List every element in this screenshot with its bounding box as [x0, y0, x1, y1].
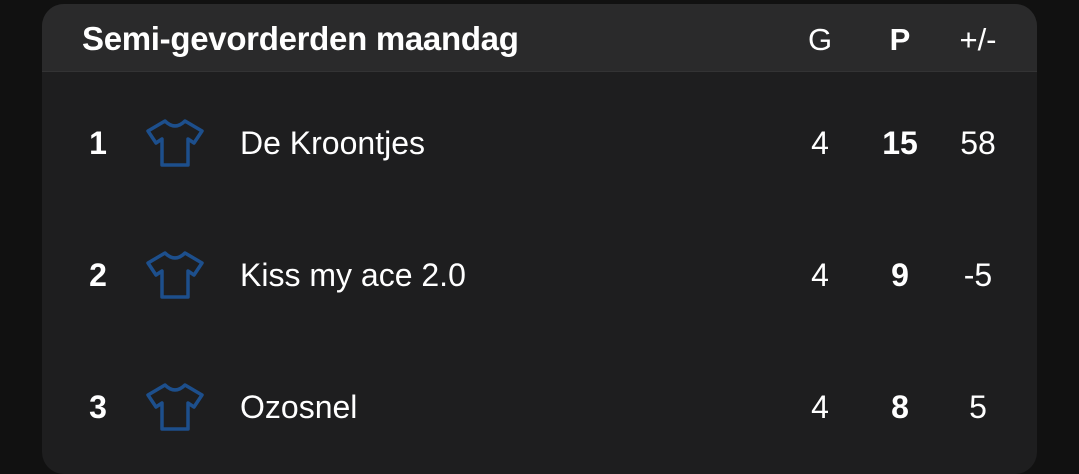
standings-title: Semi-gevorderden maandag [82, 20, 519, 57]
standings-row[interactable]: 1 De Kroontjes 4 15 58 [42, 77, 1037, 209]
shirt-icon [144, 249, 206, 301]
shirt-icon [144, 381, 206, 433]
rank: 1 [89, 125, 107, 161]
column-header-points: P [889, 22, 911, 57]
column-header-diff: +/- [959, 22, 997, 57]
rank: 2 [89, 257, 107, 293]
points-value: 8 [891, 389, 909, 425]
diff-value: -5 [963, 257, 993, 293]
standings-row[interactable]: 3 Ozosnel 4 8 5 [42, 341, 1037, 473]
column-header-games: G [807, 22, 833, 57]
points-value: 9 [891, 257, 909, 293]
team-name: Ozosnel [240, 389, 358, 425]
rank: 3 [89, 389, 107, 425]
standings-header: Semi-gevorderden maandag G P +/- [42, 4, 1037, 72]
points-value: 15 [882, 125, 918, 161]
games-value: 4 [811, 125, 829, 161]
games-value: 4 [811, 389, 829, 425]
standings-card: Semi-gevorderden maandag G P +/- 1 De Kr… [42, 4, 1037, 474]
team-name: De Kroontjes [240, 125, 425, 161]
games-value: 4 [811, 257, 829, 293]
diff-value: 5 [969, 389, 987, 425]
team-name: Kiss my ace 2.0 [240, 257, 466, 293]
diff-value: 58 [960, 125, 996, 161]
shirt-icon [144, 117, 206, 169]
standings-row[interactable]: 2 Kiss my ace 2.0 4 9 -5 [42, 209, 1037, 341]
